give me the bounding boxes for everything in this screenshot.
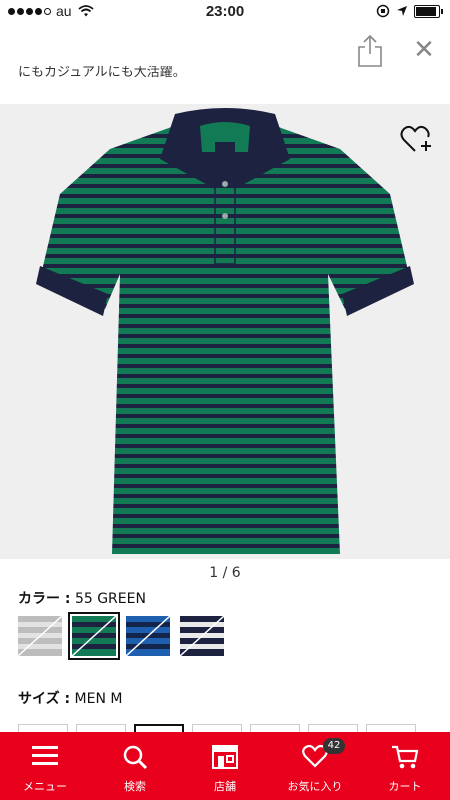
size-label: サイズ : MEN M (18, 688, 122, 708)
color-label-key: カラー : (18, 591, 71, 607)
rotation-lock-icon (376, 4, 390, 18)
swatch-gray[interactable] (18, 616, 62, 656)
product-description-snippet: にもカジュアルにも大活躍。 (18, 66, 186, 80)
share-icon[interactable] (355, 34, 385, 68)
nav-search-label: 検索 (124, 780, 146, 793)
size-label-key: サイズ : (18, 691, 71, 707)
color-swatches (18, 612, 224, 660)
swatch-green[interactable] (68, 612, 120, 660)
nav-menu[interactable]: メニュー (0, 732, 90, 800)
nav-store-label: 店舗 (214, 780, 236, 793)
nav-favorites-label: お気に入り (287, 780, 343, 793)
nav-store[interactable]: 店舗 (180, 732, 270, 800)
nav-menu-label: メニュー (23, 780, 67, 793)
status-bar: au 23:00 (0, 0, 450, 26)
swatch-blue[interactable] (126, 616, 170, 656)
nav-cart[interactable]: カート (360, 732, 450, 800)
store-icon (212, 745, 238, 769)
favorite-add-icon[interactable] (400, 124, 434, 154)
bottom-nav: メニュー 検索 店舗 42 お気に入り カート (0, 732, 450, 800)
color-label-value: 55 GREEN (74, 591, 146, 607)
nav-search[interactable]: 検索 (90, 732, 180, 800)
close-icon[interactable]: ✕ (410, 36, 438, 64)
nav-cart-label: カート (388, 780, 422, 793)
search-icon (123, 745, 148, 770)
size-label-value: MEN M (74, 691, 123, 707)
product-image[interactable] (0, 104, 450, 559)
swatch-navy[interactable] (180, 616, 224, 656)
image-pager: 1 / 6 (209, 565, 241, 581)
color-label: カラー : 55 GREEN (18, 588, 146, 608)
nav-favorites[interactable]: 42 お気に入り (270, 732, 360, 800)
location-icon (397, 6, 407, 16)
favorites-count-badge: 42 (323, 738, 345, 754)
menu-icon (32, 746, 58, 765)
cart-icon (392, 745, 419, 769)
battery-icon (414, 4, 443, 18)
